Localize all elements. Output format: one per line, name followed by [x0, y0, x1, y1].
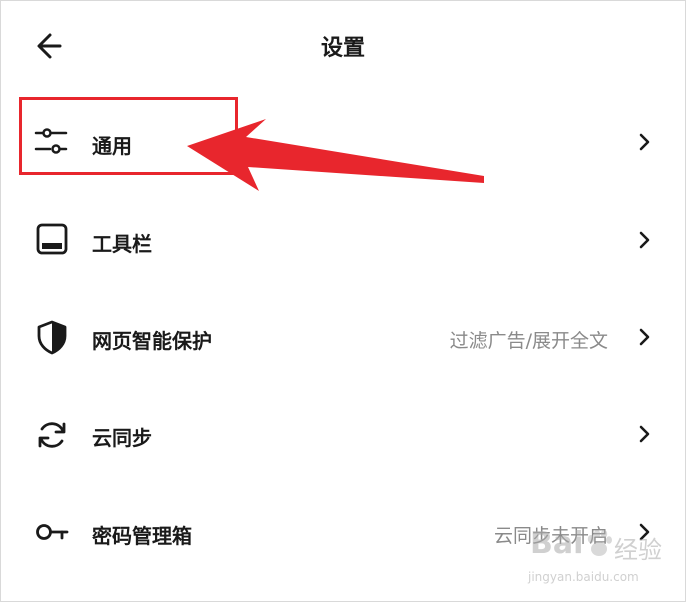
settings-item-label: 云同步: [92, 426, 152, 450]
settings-item-label: 通用: [92, 134, 132, 158]
page-title: 设置: [320, 36, 365, 61]
chevron-right-icon: [639, 523, 650, 541]
back-button[interactable]: [30, 26, 74, 66]
sync-icon: [38, 422, 66, 448]
arrow-left-icon: [37, 33, 62, 59]
shield-icon: [37, 320, 67, 355]
chevron-right-icon: [639, 425, 650, 443]
chevron-right-icon: [639, 133, 650, 151]
settings-item-password[interactable]: 密码管理箱 云同步未开启: [0, 481, 686, 578]
toolbar-icon: [36, 223, 68, 255]
settings-item-value: 过滤广告/展开全文: [449, 330, 608, 352]
settings-item-protection[interactable]: 网页智能保护 过滤广告/展开全文: [0, 287, 686, 384]
settings-item-label: 密码管理箱: [92, 524, 192, 548]
chevron-right-icon: [639, 231, 650, 249]
settings-item-toolbar[interactable]: 工具栏: [0, 190, 686, 287]
key-icon: [36, 524, 69, 540]
sliders-icon: [34, 128, 68, 154]
settings-item-value: 云同步未开启: [493, 525, 608, 547]
settings-item-label: 工具栏: [92, 232, 152, 256]
header-bar: 设置: [0, 0, 686, 90]
settings-item-sync[interactable]: 云同步: [0, 384, 686, 481]
settings-item-label: 网页智能保护: [92, 329, 212, 353]
settings-item-general[interactable]: 通用: [0, 93, 686, 190]
chevron-right-icon: [639, 328, 650, 346]
